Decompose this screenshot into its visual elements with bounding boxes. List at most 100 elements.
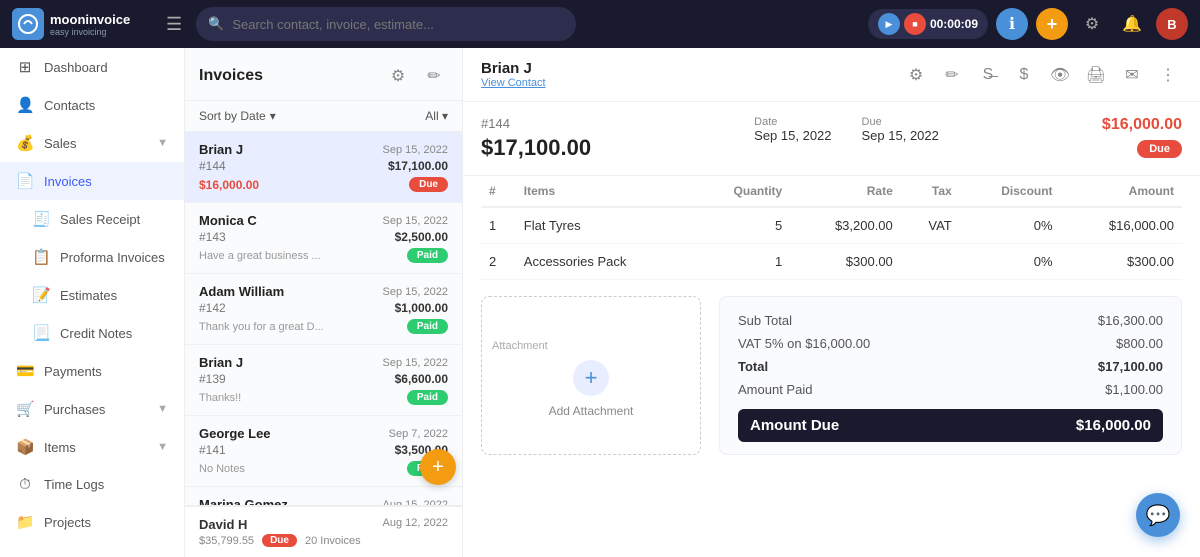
sidebar-item-projects[interactable]: 📁 Projects xyxy=(0,503,184,541)
col-header-rate: Rate xyxy=(790,176,901,207)
sidebar-label-items: Items xyxy=(44,440,76,455)
inv-name: Monica C xyxy=(199,213,257,228)
edit-icon[interactable]: ✏ xyxy=(420,62,448,90)
date-label: Date xyxy=(754,116,831,128)
sidebar-item-credit-notes[interactable]: 📃 Credit Notes xyxy=(0,314,184,352)
timer-area: ▶ ■ 00:00:09 xyxy=(868,9,988,39)
sidebar-item-sales[interactable]: 💰 Sales ▼ xyxy=(0,124,184,162)
inv-amount: $1,000.00 xyxy=(395,301,448,315)
search-bar[interactable]: 🔍 xyxy=(196,7,576,41)
print-icon[interactable]: 🖨 xyxy=(1082,61,1110,89)
sidebar-item-purchases[interactable]: 🛒 Purchases ▼ xyxy=(0,390,184,428)
summary-card[interactable]: David H Aug 12, 2022 $35,799.55 Due 20 I… xyxy=(185,505,462,557)
inv-amount: $2,500.00 xyxy=(395,230,448,244)
inv-date: Sep 15, 2022 xyxy=(383,144,448,156)
chat-fab[interactable]: 💬 xyxy=(1136,493,1180,537)
inv-status-badge: Due xyxy=(409,177,448,192)
invoice-item-140[interactable]: Marina Gomez Aug 15, 2022 #140 $4,000.00… xyxy=(185,487,462,505)
sidebar-item-payments[interactable]: 💳 Payments xyxy=(0,352,184,390)
row2-qty: 1 xyxy=(693,244,790,280)
inv-date: Sep 7, 2022 xyxy=(389,428,448,440)
col-header-amount: Amount xyxy=(1061,176,1182,207)
invoice-total: $17,100.00 xyxy=(481,135,591,161)
sidebar-label-sales: Sales xyxy=(44,136,77,151)
amount-due-val: $16,000.00 xyxy=(1076,417,1151,434)
add-attachment-icon[interactable]: + xyxy=(573,360,609,396)
invoice-item-143[interactable]: Monica C Sep 15, 2022 #143 $2,500.00 Hav… xyxy=(185,203,462,274)
projects-icon: 📁 xyxy=(16,513,34,531)
add-attachment-label: Add Attachment xyxy=(549,404,634,418)
strikethrough-icon[interactable]: S̶ xyxy=(974,61,1002,89)
sidebar-item-items[interactable]: 📦 Items ▼ xyxy=(0,428,184,466)
sidebar-label-projects: Projects xyxy=(44,515,91,530)
row2-amount: $300.00 xyxy=(1061,244,1182,280)
row1-rate: $3,200.00 xyxy=(790,207,901,244)
sidebar-label-payments: Payments xyxy=(44,364,102,379)
bottom-section: Attachment + Add Attachment Sub Total $1… xyxy=(463,280,1200,471)
sort-button[interactable]: Sort by Date ▾ xyxy=(199,109,276,123)
menu-hamburger-icon[interactable]: ☰ xyxy=(162,10,186,39)
sidebar-label-dashboard: Dashboard xyxy=(44,60,108,75)
sidebar-item-invoices[interactable]: 📄 Invoices xyxy=(0,162,184,200)
add-invoice-fab[interactable]: + xyxy=(420,449,456,485)
proforma-icon: 📋 xyxy=(32,248,50,266)
totals-box: Sub Total $16,300.00 VAT 5% on $16,000.0… xyxy=(719,296,1182,455)
row1-tax: VAT xyxy=(901,207,960,244)
edit-action-icon[interactable]: ✏ xyxy=(938,61,966,89)
add-button[interactable]: + xyxy=(1036,8,1068,40)
inv-due-badge: Due xyxy=(1137,140,1182,158)
filter-icon[interactable]: ⚙ xyxy=(384,62,412,90)
sidebar-item-sales-receipt[interactable]: 🧾 Sales Receipt xyxy=(0,200,184,238)
notifications-icon[interactable]: 🔔 xyxy=(1116,8,1148,40)
due-label: Due xyxy=(862,116,939,128)
inv-name: Marina Gomez xyxy=(199,497,288,505)
row1-qty: 5 xyxy=(693,207,790,244)
timer-stop-button[interactable]: ■ xyxy=(904,13,926,35)
invoice-item-144[interactable]: Brian J Sep 15, 2022 #144 $17,100.00 $16… xyxy=(185,132,462,203)
filter-bar: Sort by Date ▾ All ▾ xyxy=(185,101,462,132)
settings-action-icon[interactable]: ⚙ xyxy=(902,61,930,89)
sidebar-item-proforma[interactable]: 📋 Proforma Invoices xyxy=(0,238,184,276)
app-name: mooninvoice xyxy=(50,12,130,27)
all-filter-button[interactable]: All ▾ xyxy=(425,109,448,123)
sidebar-label-sales-receipt: Sales Receipt xyxy=(60,212,140,227)
sidebar-label-purchases: Purchases xyxy=(44,402,105,417)
sales-chevron-icon: ▼ xyxy=(157,137,168,149)
inv-num: #143 xyxy=(199,230,226,244)
avatar[interactable]: B xyxy=(1156,8,1188,40)
invoice-date-block: Date Sep 15, 2022 xyxy=(754,116,831,143)
invoice-item-139[interactable]: Brian J Sep 15, 2022 #139 $6,600.00 Than… xyxy=(185,345,462,416)
sidebar-item-dashboard[interactable]: ⊞ Dashboard xyxy=(0,48,184,86)
items-table: # Items Quantity Rate Tax Discount Amoun… xyxy=(481,176,1182,280)
info-icon[interactable]: ℹ xyxy=(996,8,1028,40)
view-contact-link[interactable]: View Contact xyxy=(481,77,902,89)
panel-title: Invoices xyxy=(199,67,384,85)
email-icon[interactable]: ✉ xyxy=(1118,61,1146,89)
due-date-block: Due Sep 15, 2022 xyxy=(862,116,939,143)
invoice-item-141[interactable]: George Lee Sep 7, 2022 #141 $3,500.00 No… xyxy=(185,416,462,487)
timer-play-button[interactable]: ▶ xyxy=(878,13,900,35)
dollar-icon[interactable]: $ xyxy=(1010,61,1038,89)
inv-due-amount-header: $16,000.00 xyxy=(1102,116,1182,134)
invoice-items: Brian J Sep 15, 2022 #144 $17,100.00 $16… xyxy=(185,132,462,505)
topnav: mooninvoice easy invoicing ☰ 🔍 ▶ ■ 00:00… xyxy=(0,0,1200,48)
sidebar-item-time-logs[interactable]: ⏱ Time Logs xyxy=(0,466,184,503)
more-icon[interactable]: ⋮ xyxy=(1154,61,1182,89)
sidebar-item-contacts[interactable]: 👤 Contacts xyxy=(0,86,184,124)
settings-icon[interactable]: ⚙ xyxy=(1076,8,1108,40)
sidebar-item-estimates[interactable]: 📝 Estimates xyxy=(0,276,184,314)
summary-name: David H xyxy=(199,517,247,532)
col-header-num: # xyxy=(481,176,516,207)
summary-sub: 20 Invoices xyxy=(305,535,361,547)
sidebar-label-proforma: Proforma Invoices xyxy=(60,250,165,265)
inv-note: Have a great business ... xyxy=(199,250,321,262)
inv-date: Sep 15, 2022 xyxy=(383,286,448,298)
table-row: 1 Flat Tyres 5 $3,200.00 VAT 0% $16,000.… xyxy=(481,207,1182,244)
total-row: Total $17,100.00 xyxy=(738,355,1163,378)
sort-label: Sort by Date xyxy=(199,109,266,123)
inv-name: Brian J xyxy=(199,355,243,370)
attachment-area[interactable]: Attachment + Add Attachment xyxy=(481,296,701,455)
invoice-item-142[interactable]: Adam William Sep 15, 2022 #142 $1,000.00… xyxy=(185,274,462,345)
eye-icon[interactable]: 👁 xyxy=(1046,61,1074,89)
search-input[interactable] xyxy=(232,17,564,32)
